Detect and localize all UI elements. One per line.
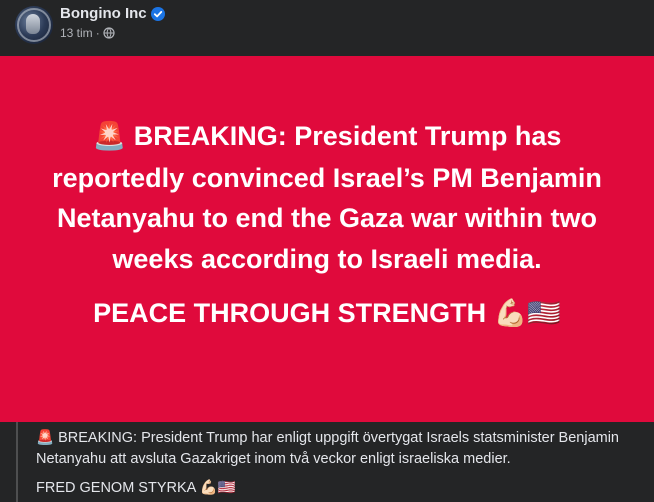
banner-slogan-text: PEACE THROUGH STRENGTH: [93, 298, 487, 328]
flexed-biceps-flag-icon: 💪🏻🇺🇸: [199, 480, 236, 496]
author-row: Bongino Inc: [60, 5, 165, 22]
flexed-biceps-flag-icon: 💪🏻🇺🇸: [493, 298, 561, 329]
siren-icon: 🚨: [36, 430, 55, 446]
meta-separator: ·: [95, 26, 100, 40]
translation-text: 🚨 BREAKING: President Trump har enligt u…: [36, 428, 644, 470]
banner-headline-text: BREAKING: President Trump has reportedly…: [52, 121, 602, 274]
verified-badge-icon: [150, 6, 165, 21]
translated-caption: 🚨 BREAKING: President Trump har enligt u…: [16, 422, 654, 502]
translation-slogan: FRED GENOM STYRKA 💪🏻🇺🇸: [36, 478, 644, 499]
page-avatar[interactable]: [15, 6, 53, 44]
facebook-post: Bongino Inc 13 tim · 🚨 BREAKING: Preside…: [0, 0, 654, 502]
banner-headline: 🚨 BREAKING: President Trump has reported…: [27, 116, 627, 279]
siren-icon: 🚨: [92, 121, 127, 152]
post-timestamp[interactable]: 13 tim: [60, 26, 93, 40]
post-meta: 13 tim ·: [60, 26, 115, 40]
post-header: Bongino Inc 13 tim ·: [0, 0, 654, 56]
breaking-news-banner[interactable]: 🚨 BREAKING: President Trump has reported…: [0, 56, 654, 422]
translation-body: BREAKING: President Trump har enligt upp…: [36, 430, 619, 467]
banner-slogan: PEACE THROUGH STRENGTH 💪🏻🇺🇸: [0, 297, 654, 329]
translation-slogan-text: FRED GENOM STYRKA: [36, 480, 196, 496]
page-name[interactable]: Bongino Inc: [60, 5, 147, 22]
microphone-icon: [26, 14, 40, 34]
globe-icon[interactable]: [103, 27, 115, 39]
